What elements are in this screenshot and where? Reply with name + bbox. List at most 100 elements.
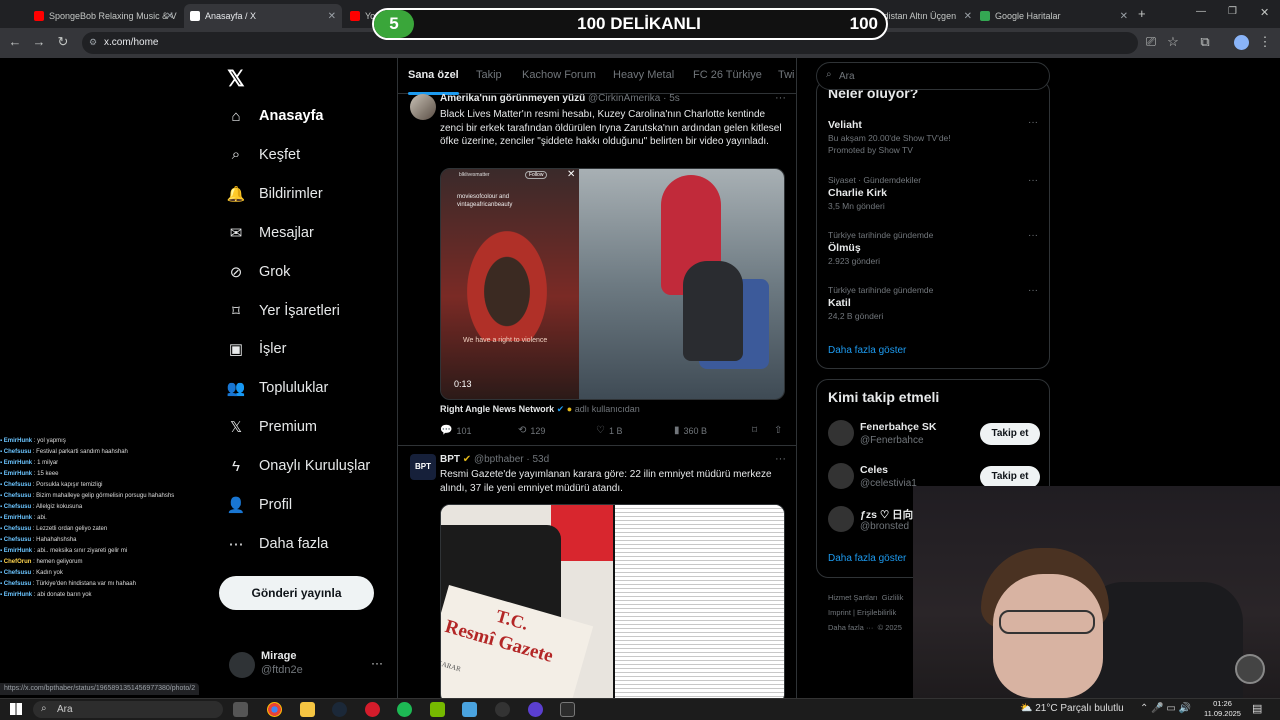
close-window-button[interactable]: ✕ — [1260, 6, 1269, 19]
profile-avatar[interactable] — [1234, 35, 1249, 50]
sidebar-item-onaylı-kuruluşlar[interactable]: ϟ Onaylı Kuruluşlar — [227, 451, 370, 481]
forward-icon[interactable]: → — [30, 34, 48, 49]
obs-icon[interactable] — [495, 702, 510, 717]
follow-button[interactable]: Takip et — [980, 423, 1040, 445]
timeline-tab[interactable]: Sana özel — [408, 69, 459, 95]
views-button[interactable]: ▮ 360 B — [674, 425, 707, 436]
minimize-button[interactable]: — — [1196, 6, 1206, 17]
more-icon[interactable]: ··· — [1028, 230, 1038, 241]
search-input[interactable]: ⌕ Ara — [816, 62, 1050, 90]
reply-button[interactable]: 💬 101 — [440, 425, 471, 436]
more-icon[interactable]: ··· — [1028, 175, 1038, 186]
tweet-author-handle[interactable]: @bpthaber — [474, 454, 524, 465]
site-info-icon[interactable]: ⚙ — [89, 37, 97, 48]
sidebar-item-profil[interactable]: 👤 Profil — [227, 490, 292, 520]
browser-tab[interactable]: Google Haritalar ✕ — [974, 4, 1134, 28]
trend-item[interactable]: Veliaht Bu akşam 20.00'de Show TV'de! Prom… — [828, 117, 1038, 155]
webcam-logo-icon — [1235, 654, 1265, 684]
tweet-time[interactable]: 5s — [669, 93, 680, 104]
tweet-video[interactable]: blklivesmatter Follow ✕ moviesofcolour a… — [440, 168, 785, 400]
sidebar-item-topluluklar[interactable]: 👥 Topluluklar — [227, 373, 329, 403]
close-icon[interactable]: ✕ — [1120, 11, 1128, 22]
sidebar-item-i-şler[interactable]: ▣ İşler — [227, 334, 287, 364]
repost-button[interactable]: ⟲ 129 — [518, 425, 545, 436]
bookmark-star-icon[interactable]: ☆ — [1164, 34, 1182, 50]
more-icon[interactable]: ··· — [1028, 117, 1038, 128]
tweet-author-name[interactable]: BPT — [440, 454, 460, 465]
tweet-time[interactable]: 53d — [532, 454, 549, 465]
app-icon[interactable] — [560, 702, 575, 717]
footer-link[interactable]: Daha fazla ··· — [828, 623, 873, 632]
sidebar-item-anasayfa[interactable]: ⌂ Anasayfa — [227, 101, 323, 131]
sidebar-item-daha-fazla[interactable]: ⋯ Daha fazla — [227, 529, 329, 559]
who-show-more[interactable]: Daha fazla göster — [828, 553, 906, 564]
tweet[interactable]: Amerika'nın görünmeyen yüzü @CirkinAmeri… — [398, 90, 796, 446]
follow-suggestion[interactable]: Fenerbahçe SK @Fenerbahce Takip et — [828, 420, 1040, 448]
close-icon[interactable]: ✕ — [964, 11, 972, 22]
spotify-icon[interactable] — [397, 702, 412, 717]
tweet-author-name[interactable]: Amerika'nın görünmeyen yüzü — [440, 93, 585, 104]
footer-link[interactable]: Erişilebilirlik — [857, 608, 896, 617]
footer-link[interactable]: Hizmet Şartları — [828, 593, 878, 602]
timeline-tab[interactable]: Twi — [778, 69, 795, 81]
clock[interactable]: 01:26 11.09.2025 — [1204, 699, 1241, 719]
file-explorer-icon[interactable] — [300, 702, 315, 717]
close-icon[interactable]: ✕ — [166, 11, 174, 22]
timeline-tab[interactable]: Kachow Forum — [522, 69, 596, 81]
back-icon[interactable]: ← — [6, 34, 24, 49]
extensions-icon[interactable]: ⧉ — [1196, 34, 1214, 50]
post-button[interactable]: Gönderi yayınla — [219, 576, 374, 610]
steam-icon[interactable] — [332, 702, 347, 717]
like-button[interactable]: ♡ 1 B — [596, 425, 622, 436]
tweet-image[interactable]: T.C. Resmî Gazete KARAR — [440, 504, 785, 698]
more-icon[interactable]: ··· — [1028, 285, 1038, 296]
chrome-icon[interactable] — [267, 702, 282, 717]
sidebar-item-keşfet[interactable]: ⌕ Keşfet — [227, 140, 300, 170]
timeline-tab[interactable]: Heavy Metal — [613, 69, 674, 81]
video-left-panel: blklivesmatter Follow ✕ moviesofcolour a… — [441, 169, 579, 399]
timeline-tab[interactable]: FC 26 Türkiye — [693, 69, 762, 81]
notification-icon[interactable]: ▤ — [1252, 702, 1262, 715]
nvidia-icon[interactable] — [430, 702, 445, 717]
app-icon[interactable] — [462, 702, 477, 717]
follow-button[interactable]: Takip et — [980, 466, 1040, 488]
weather-widget[interactable]: ⛅ 21°C Parçalı bulutlu — [1020, 703, 1124, 714]
close-icon[interactable]: ✕ — [328, 11, 336, 22]
more-icon[interactable]: ··· — [775, 92, 786, 104]
share-button[interactable]: ⇧ — [774, 425, 786, 436]
trend-item[interactable]: Siyaset · Gündemdekiler Charlie Kirk 3,5 M… — [828, 175, 1038, 211]
trend-item[interactable]: Türkiye tarihinde gündemde Katil 24,2 B gö… — [828, 285, 1038, 321]
reload-icon[interactable]: ↻ — [54, 34, 72, 50]
new-tab-button[interactable]: + — [1138, 6, 1146, 21]
windows-start-icon[interactable] — [10, 703, 22, 715]
bookmark-button[interactable]: ⌑ — [752, 425, 761, 436]
tweet[interactable]: BPT BPT ✔ @bpthaber · 53d ··· Resmi Gaze… — [398, 446, 796, 698]
footer-link[interactable]: Imprint — [828, 608, 851, 617]
taskbar-search[interactable]: ⌕ Ara — [33, 701, 223, 718]
maximize-button[interactable]: ❐ — [1228, 6, 1237, 17]
chat-message: ▪ Chefsusu : Festival parkarti sandım ha… — [0, 449, 128, 455]
x-logo-icon[interactable]: 𝕏 — [227, 66, 245, 92]
footer-link[interactable]: Gizlilik — [882, 593, 904, 602]
trend-item[interactable]: Türkiye tarihinde gündemde Ölmüş 2.923 gön… — [828, 230, 1038, 266]
sidebar-item-mesajlar[interactable]: ✉ Mesajlar — [227, 218, 314, 248]
browser-tab[interactable]: SpongeBob Relaxing Music & V ✕ — [28, 4, 180, 28]
tray-icons[interactable]: ⌃ 🎤 ▭ 🔊 — [1140, 703, 1191, 714]
sidebar-item-bildirimler[interactable]: 🔔 Bildirimler — [227, 179, 323, 209]
opera-icon[interactable] — [365, 702, 380, 717]
video-source[interactable]: Right Angle News Network ✔ ● adlı kullan… — [440, 404, 640, 415]
account-switcher[interactable]: Mirage @ftdn2e ··· — [229, 648, 389, 684]
install-icon[interactable]: ⎚ — [1142, 34, 1160, 50]
sidebar-item-grok[interactable]: ⊘ Grok — [227, 257, 291, 287]
sidebar-item-premium[interactable]: 𝕏 Premium — [227, 412, 317, 442]
more-icon[interactable]: ··· — [775, 453, 786, 465]
sidebar-item-yer-i-şaretleri[interactable]: ⌑ Yer İşaretleri — [227, 296, 340, 326]
chat-message: ▪ EmirHunk : abi.. meksika sınır ziyaret… — [0, 548, 128, 554]
timeline-tab[interactable]: Takip — [476, 69, 502, 81]
task-view-icon[interactable] — [233, 702, 248, 717]
browser-menu-icon[interactable]: ⋮ — [1256, 34, 1274, 50]
tweet-author-handle[interactable]: @CirkinAmerika — [588, 93, 660, 104]
browser-tab[interactable]: Anasayfa / X ✕ — [184, 4, 342, 28]
trends-show-more[interactable]: Daha fazla göster — [828, 345, 906, 356]
app-icon[interactable] — [528, 702, 543, 717]
